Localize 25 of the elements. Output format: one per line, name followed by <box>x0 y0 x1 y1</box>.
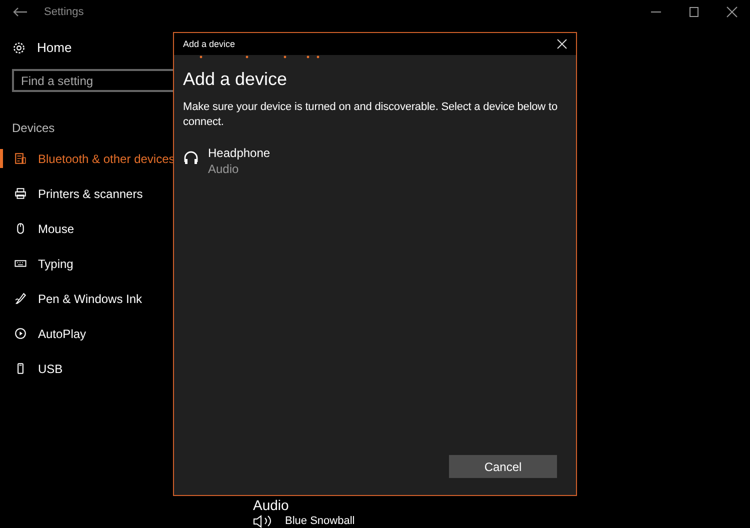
device-icon <box>14 187 27 200</box>
maximize-icon[interactable] <box>688 6 700 18</box>
device-icon <box>14 257 27 270</box>
sidebar-item[interactable]: Pen & Windows Ink <box>0 289 253 308</box>
dialog-title: Add a device <box>183 39 236 49</box>
close-icon[interactable] <box>726 6 738 18</box>
sidebar-item[interactable]: Typing <box>0 254 253 273</box>
cancel-button[interactable]: Cancel <box>449 455 557 478</box>
sidebar-item[interactable]: Mouse <box>0 219 253 238</box>
back-arrow-icon[interactable] <box>13 7 27 17</box>
device-icon <box>14 222 27 235</box>
section-heading: Audio <box>253 498 289 513</box>
device-icon <box>14 292 27 305</box>
sidebar-item[interactable]: USB <box>0 359 253 378</box>
sidebar-item[interactable]: AutoPlay <box>0 324 253 343</box>
home-link[interactable]: Home <box>37 40 72 55</box>
window-title: Settings <box>44 6 84 18</box>
dialog-description: Make sure your device is turned on and discoverable. Select a device below to connect. <box>183 100 558 130</box>
sidebar-item[interactable]: Printers & scanners <box>0 184 253 203</box>
device-name[interactable]: Blue Snowball <box>285 515 355 527</box>
gear-icon[interactable] <box>12 40 26 54</box>
section-heading: Devices <box>12 121 55 135</box>
device-icon <box>14 327 27 340</box>
device-icon <box>14 152 27 165</box>
headphones-icon <box>183 150 199 166</box>
